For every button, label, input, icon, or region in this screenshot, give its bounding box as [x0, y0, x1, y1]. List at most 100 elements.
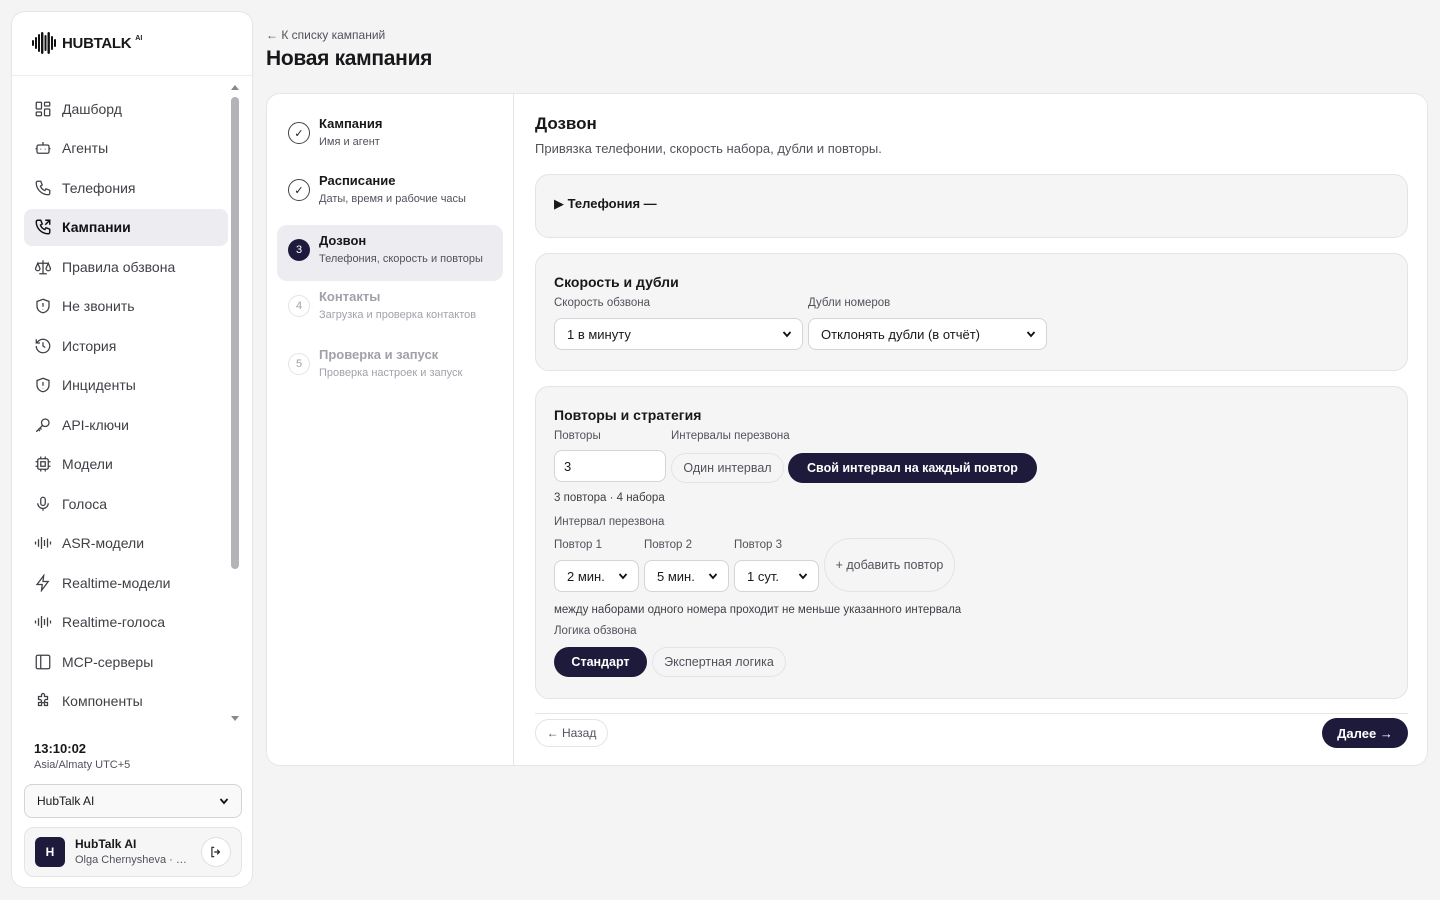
waveform-icon [34, 537, 52, 549]
org-select[interactable]: HubTalk AI [24, 784, 242, 818]
retries-card-title: Повторы и стратегия [554, 407, 702, 423]
step-review-launch[interactable]: 5 Проверка и запуск Проверка настроек и … [277, 339, 503, 395]
sidebar-item-label: Realtime-голоса [62, 614, 166, 630]
interval-label: Интервал перезвона [554, 516, 665, 528]
sidebar-item-telephony[interactable]: Телефония [24, 169, 228, 206]
scroll-down-icon[interactable] [231, 716, 239, 721]
retries-label: Повторы [554, 430, 601, 442]
sidebar-item-realtime-voices[interactable]: Realtime-голоса [24, 604, 228, 641]
step-schedule[interactable]: ✓ Расписание Даты, время и рабочие часы [277, 165, 503, 221]
sidebar-item-voices[interactable]: Голоса [24, 485, 228, 522]
sidebar-item-label: MCP-серверы [62, 653, 154, 670]
sidebar-item-history[interactable]: История [24, 327, 228, 364]
retries-summary: 3 повтора · 4 набора [554, 492, 665, 504]
sidebar-scrollbar[interactable] [230, 85, 240, 721]
step-dialing[interactable]: 3 Дозвон Телефония, скорость и повторы [277, 225, 503, 281]
avatar: H [35, 837, 65, 867]
sidebar-item-mcp-servers[interactable]: MCP-серверы [24, 643, 228, 680]
sidebar-divider [12, 75, 252, 76]
sidebar-item-components[interactable]: Компоненты [24, 683, 228, 720]
step-title: Дозвон [319, 233, 367, 248]
retry-2-select[interactable]: 5 мин. [644, 560, 729, 592]
sidebar-item-api-keys[interactable]: API-ключи [24, 406, 228, 443]
chevron-down-icon [782, 331, 792, 338]
sidebar-item-dialing-rules[interactable]: Правила обзвона [24, 248, 228, 285]
clock: 13:10:02 [34, 741, 87, 756]
timezone: Asia/Almaty UTC+5 [34, 759, 131, 771]
speed-select-value: 1 в минуту [567, 326, 631, 342]
step-title: Контакты [319, 289, 381, 304]
step-check-icon: ✓ [288, 122, 310, 144]
key-icon [35, 417, 50, 432]
sidebar-item-label: Кампании [62, 219, 131, 235]
retry-2-label: Повтор 2 [644, 539, 693, 551]
sidebar-item-realtime-models[interactable]: Realtime-модели [24, 564, 228, 601]
sidebar-item-agents[interactable]: Агенты [24, 130, 228, 167]
back-button[interactable]: ← Назад [535, 719, 608, 747]
step-number: 4 [288, 295, 310, 317]
wizard-steps: ✓ Кампания Имя и агент ✓ Расписание Даты… [267, 94, 514, 765]
chevron-down-icon [1026, 331, 1036, 338]
logic-expert-button[interactable]: Экспертная логика [652, 647, 786, 677]
next-button[interactable]: Далее → [1322, 718, 1408, 748]
sidebar-item-dashboard[interactable]: Дашборд [24, 90, 228, 127]
user-name: HubTalk AI [75, 837, 137, 851]
sidebar-item-label: Компоненты [62, 693, 143, 709]
sidebar-item-label: Дашборд [62, 100, 122, 117]
brand-suffix: AI [135, 34, 143, 42]
step-title: Расписание [319, 173, 396, 188]
sidebar: HUBTALK AI Дашборд Агенты Телефония Камп… [11, 11, 253, 888]
logout-button[interactable] [201, 837, 231, 867]
sidebar-item-label: Правила обзвона [62, 258, 176, 275]
dashboard-icon [35, 101, 51, 116]
retry-1-value: 2 мин. [567, 568, 605, 584]
scroll-up-icon[interactable] [231, 85, 239, 90]
back-to-campaigns-link[interactable]: ← К списку кампаний [266, 28, 385, 42]
scrollbar-thumb[interactable] [231, 97, 239, 569]
sidebar-item-asr-models[interactable]: ASR-модели [24, 525, 228, 562]
sidebar-item-campaigns[interactable]: Кампании [24, 208, 228, 246]
step-campaign[interactable]: ✓ Кампания Имя и агент [277, 108, 503, 164]
retry-1-label: Повтор 1 [554, 539, 603, 551]
logic-standard-button[interactable]: Стандарт [554, 647, 647, 677]
shield-icon [36, 298, 50, 314]
sidebar-item-label: История [62, 337, 117, 354]
retry-3-label: Повтор 3 [734, 539, 783, 551]
wizard-panel: ✓ Кампания Имя и агент ✓ Расписание Даты… [266, 93, 1428, 766]
step-subtitle: Телефония, скорость и повторы [319, 253, 483, 265]
scale-icon [34, 259, 52, 274]
section-title: Дозвон [535, 114, 597, 133]
speed-select[interactable]: 1 в минуту [554, 318, 803, 350]
single-interval-button[interactable]: Один интервал [671, 453, 784, 483]
retry-2-value: 5 мин. [657, 568, 695, 584]
waveform-icon [34, 616, 52, 628]
retry-3-select[interactable]: 1 сут. [734, 560, 819, 592]
user-card: H HubTalk AI Olga Chernysheva · HubTalk [24, 827, 242, 877]
retries-input[interactable]: 3 [554, 450, 666, 482]
chevron-down-icon [798, 573, 808, 580]
step-check-icon: ✓ [288, 179, 310, 201]
sidebar-nav: Дашборд Агенты Телефония Кампании Правил… [24, 90, 228, 722]
chevron-down-icon [219, 798, 229, 805]
sidebar-item-incidents[interactable]: Инциденты [24, 367, 228, 404]
step-title: Проверка и запуск [319, 347, 439, 362]
step-number: 5 [288, 353, 310, 375]
cpu-icon [35, 456, 51, 472]
telephony-card[interactable]: ▶ Телефония — [535, 174, 1408, 238]
dupes-select[interactable]: Отклонять дубли (в отчёт) [808, 318, 1047, 350]
speed-card-title: Скорость и дубли [554, 274, 679, 290]
org-select-value: HubTalk AI [37, 794, 95, 808]
sidebar-item-label: Голоса [62, 495, 108, 512]
custom-interval-button[interactable]: Свой интервал на каждый повтор [788, 453, 1037, 483]
speed-dupes-card: Скорость и дубли Скорость обзвона 1 в ми… [535, 253, 1408, 371]
telephony-summary[interactable]: ▶ Телефония — [554, 196, 657, 212]
logo[interactable]: HUBTALK AI [32, 32, 142, 54]
page-title: Новая кампания [266, 47, 433, 70]
sidebar-item-do-not-call[interactable]: Не звонить [24, 288, 228, 325]
step-contacts[interactable]: 4 Контакты Загрузка и проверка контактов [277, 281, 503, 337]
sidebar-item-models[interactable]: Модели [24, 446, 228, 483]
add-retry-button[interactable]: + добавить повтор [824, 538, 955, 592]
retry-1-select[interactable]: 2 мин. [554, 560, 639, 592]
sidebar-item-label: Не звонить [62, 298, 135, 314]
logic-label: Логика обзвона [554, 625, 637, 637]
